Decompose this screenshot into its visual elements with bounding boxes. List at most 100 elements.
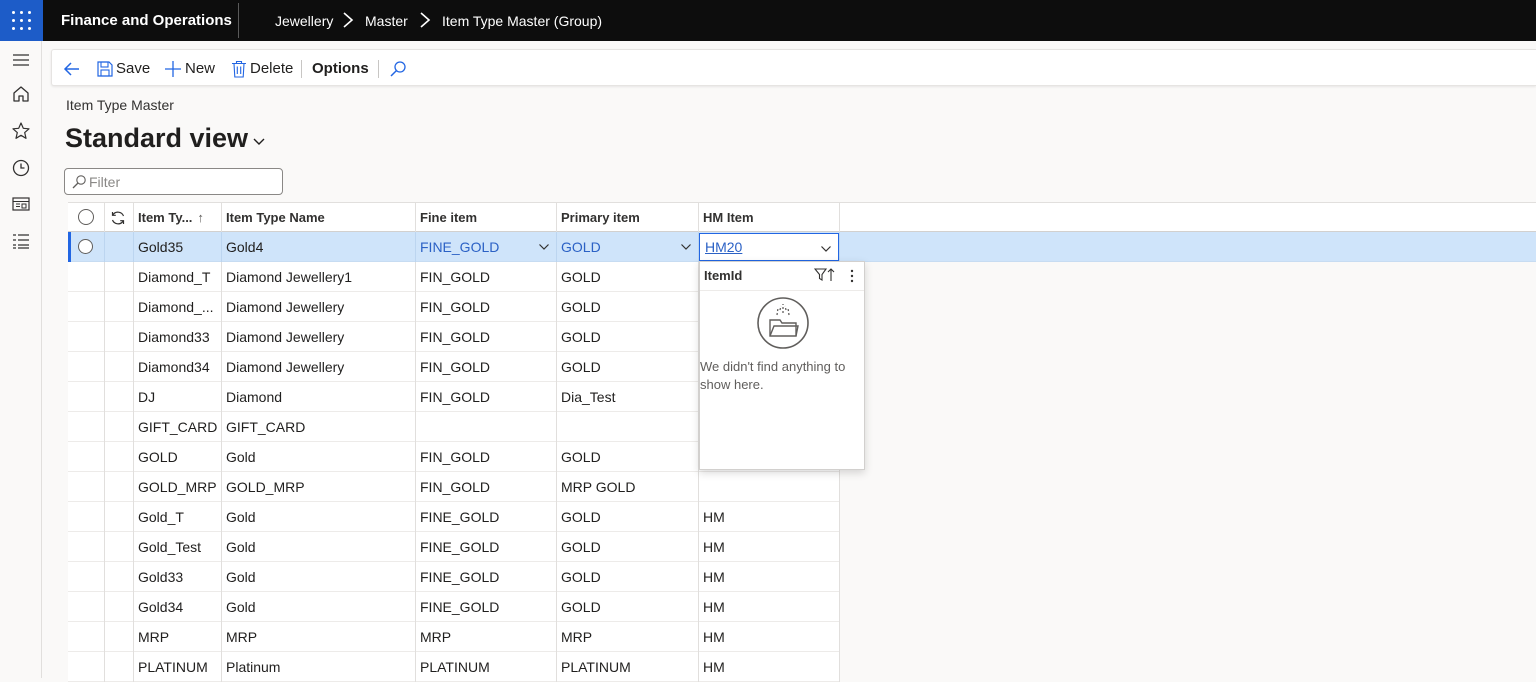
cell-item-type-name[interactable]: Diamond Jewellery bbox=[221, 352, 415, 382]
cell-item-type-name[interactable]: Gold bbox=[221, 442, 415, 472]
app-launcher-button[interactable] bbox=[0, 0, 43, 41]
table-row[interactable]: Gold_Test Gold FINE_GOLD GOLD HM bbox=[68, 532, 840, 562]
cell-fine-item[interactable]: FIN_GOLD bbox=[415, 352, 556, 382]
cell-fine-item[interactable] bbox=[415, 412, 556, 442]
cell-item-type[interactable]: DJ bbox=[133, 382, 221, 412]
cell-item-type[interactable]: Diamond33 bbox=[133, 322, 221, 352]
options-tab[interactable]: Options bbox=[312, 50, 369, 87]
star-favorites-icon[interactable] bbox=[11, 121, 31, 141]
cell-primary-item[interactable]: GOLD bbox=[556, 292, 698, 322]
row-select-radio[interactable] bbox=[78, 239, 93, 254]
cell-item-type-name[interactable]: Gold4 bbox=[221, 232, 415, 262]
select-all-radio[interactable] bbox=[78, 209, 94, 225]
cell-item-type-name[interactable]: GIFT_CARD bbox=[221, 412, 415, 442]
hm-item-link[interactable]: HM20 bbox=[705, 239, 742, 255]
cell-fine-item[interactable]: FINE_GOLD bbox=[415, 592, 556, 622]
cell-item-type[interactable]: Gold35 bbox=[133, 232, 221, 262]
column-header-hm-item[interactable]: HM Item bbox=[698, 203, 754, 232]
cell-item-type[interactable]: Gold33 bbox=[133, 562, 221, 592]
cell-item-type[interactable]: GIFT_CARD bbox=[133, 412, 221, 442]
cell-hm-item[interactable]: HM bbox=[698, 622, 839, 652]
column-header-primary-item[interactable]: Primary item bbox=[556, 203, 640, 232]
cell-item-type-name[interactable]: Gold bbox=[221, 592, 415, 622]
cell-fine-item[interactable]: MRP bbox=[415, 622, 556, 652]
column-header-fine-item[interactable]: Fine item bbox=[415, 203, 477, 232]
cell-primary-item[interactable]: MRP GOLD bbox=[556, 472, 698, 502]
home-icon[interactable] bbox=[11, 84, 31, 104]
cell-hm-item[interactable]: HM bbox=[698, 532, 839, 562]
cell-fine-item[interactable]: FIN_GOLD bbox=[415, 292, 556, 322]
column-header-item-type[interactable]: Item Ty... ↑ bbox=[133, 203, 221, 232]
cell-item-type-name[interactable]: Diamond Jewellery bbox=[221, 292, 415, 322]
cell-primary-item[interactable]: Dia_Test bbox=[556, 382, 698, 412]
table-row[interactable]: Gold35 Gold4 FINE_GOLD GOLD HM20 bbox=[68, 232, 1536, 262]
cell-primary-item[interactable] bbox=[556, 412, 698, 442]
cell-item-type[interactable]: GOLD_MRP bbox=[133, 472, 221, 502]
save-button[interactable]: Save bbox=[96, 50, 150, 87]
cell-primary-item[interactable]: GOLD bbox=[556, 322, 698, 352]
cell-fine-item[interactable]: FINE_GOLD bbox=[415, 532, 556, 562]
table-row[interactable]: Gold34 Gold FINE_GOLD GOLD HM bbox=[68, 592, 840, 622]
cell-item-type-name[interactable]: Gold bbox=[221, 562, 415, 592]
view-selector[interactable]: Standard view bbox=[65, 123, 266, 154]
cell-item-type[interactable]: Gold34 bbox=[133, 592, 221, 622]
back-button[interactable] bbox=[62, 50, 82, 87]
cell-item-type-name[interactable]: Diamond Jewellery1 bbox=[221, 262, 415, 292]
cell-primary-item[interactable]: MRP bbox=[556, 622, 698, 652]
workspaces-icon[interactable] bbox=[11, 194, 31, 214]
cell-fine-item[interactable]: FIN_GOLD bbox=[415, 322, 556, 352]
cell-primary-item[interactable]: GOLD bbox=[556, 352, 698, 382]
cell-item-type[interactable]: Diamond_T bbox=[133, 262, 221, 292]
cell-primary-item[interactable]: GOLD bbox=[556, 502, 698, 532]
cell-fine-item[interactable]: FINE_GOLD bbox=[415, 232, 556, 262]
table-row[interactable]: GOLD_MRP GOLD_MRP FIN_GOLD MRP GOLD bbox=[68, 472, 840, 502]
filter-sort-icon[interactable] bbox=[814, 267, 836, 283]
search-button[interactable] bbox=[389, 50, 407, 87]
cell-primary-item[interactable]: GOLD bbox=[556, 232, 698, 262]
table-row[interactable]: Gold33 Gold FINE_GOLD GOLD HM bbox=[68, 562, 840, 592]
delete-button[interactable]: Delete bbox=[231, 50, 293, 87]
cell-fine-item[interactable]: FIN_GOLD bbox=[415, 382, 556, 412]
cell-fine-item[interactable]: FIN_GOLD bbox=[415, 472, 556, 502]
cell-primary-item[interactable]: GOLD bbox=[556, 442, 698, 472]
clock-recent-icon[interactable] bbox=[11, 158, 31, 178]
cell-primary-item[interactable]: GOLD bbox=[556, 532, 698, 562]
breadcrumb-jewellery[interactable]: Jewellery bbox=[275, 13, 333, 29]
modules-list-icon[interactable] bbox=[11, 231, 31, 251]
breadcrumb-master[interactable]: Master bbox=[365, 13, 408, 29]
chevron-down-icon[interactable] bbox=[680, 241, 692, 253]
cell-fine-item[interactable]: FINE_GOLD bbox=[415, 562, 556, 592]
cell-hm-item[interactable]: HM bbox=[698, 592, 839, 622]
more-options-icon[interactable] bbox=[847, 268, 857, 284]
cell-item-type[interactable]: GOLD bbox=[133, 442, 221, 472]
breadcrumb-item-type-master[interactable]: Item Type Master (Group) bbox=[442, 13, 602, 29]
hamburger-menu-icon[interactable] bbox=[11, 50, 31, 70]
cell-item-type[interactable]: Diamond34 bbox=[133, 352, 221, 382]
cell-item-type-name[interactable]: Diamond bbox=[221, 382, 415, 412]
table-row[interactable]: Gold_T Gold FINE_GOLD GOLD HM bbox=[68, 502, 840, 532]
filter-input[interactable] bbox=[89, 173, 277, 191]
app-title[interactable]: Finance and Operations bbox=[61, 12, 232, 29]
cell-primary-item[interactable]: GOLD bbox=[556, 562, 698, 592]
cell-primary-item[interactable]: GOLD bbox=[556, 592, 698, 622]
cell-item-type-name[interactable]: GOLD_MRP bbox=[221, 472, 415, 502]
new-button[interactable]: New bbox=[164, 50, 215, 87]
cell-item-type-name[interactable]: MRP bbox=[221, 622, 415, 652]
chevron-down-icon[interactable] bbox=[538, 241, 550, 253]
cell-item-type-name[interactable]: Gold bbox=[221, 532, 415, 562]
column-header-item-type-name[interactable]: Item Type Name bbox=[221, 203, 325, 232]
cell-item-type-name[interactable]: Diamond Jewellery bbox=[221, 322, 415, 352]
cell-fine-item[interactable]: FIN_GOLD bbox=[415, 442, 556, 472]
cell-fine-item[interactable]: FIN_GOLD bbox=[415, 262, 556, 292]
cell-hm-item[interactable]: HM bbox=[698, 562, 839, 592]
cell-fine-item[interactable]: FINE_GOLD bbox=[415, 502, 556, 532]
table-row[interactable]: MRP MRP MRP MRP HM bbox=[68, 622, 840, 652]
cell-item-type[interactable]: Diamond_... bbox=[133, 292, 221, 322]
hm-item-input[interactable]: HM20 bbox=[699, 233, 839, 261]
cell-primary-item[interactable]: GOLD bbox=[556, 262, 698, 292]
lookup-column-header[interactable]: ItemId bbox=[704, 268, 742, 283]
cell-hm-item[interactable]: HM bbox=[698, 502, 839, 532]
chevron-down-icon[interactable] bbox=[820, 243, 832, 255]
refresh-icon[interactable] bbox=[110, 210, 126, 226]
cell-hm-item[interactable] bbox=[698, 472, 839, 502]
